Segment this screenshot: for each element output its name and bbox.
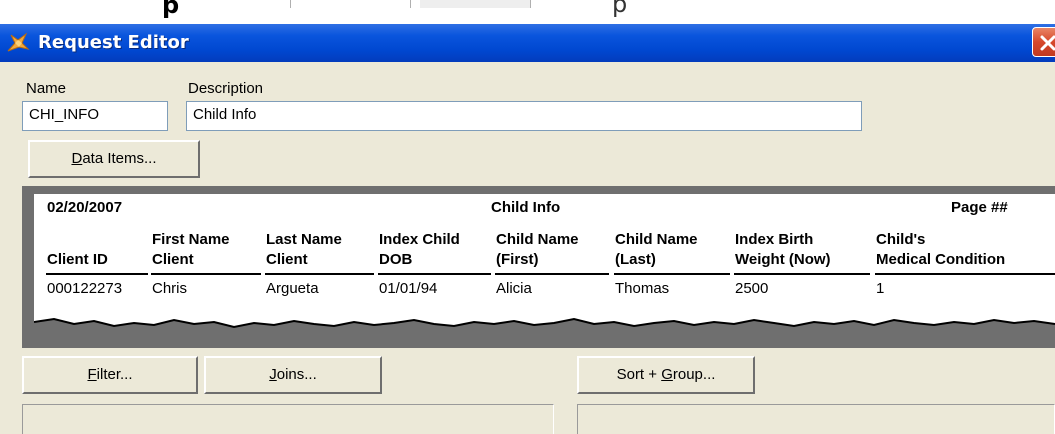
column-underline bbox=[46, 273, 148, 275]
sort-group-label-prefix: Sort + bbox=[616, 366, 662, 383]
column-header-line2: Medical Condition bbox=[876, 251, 1006, 268]
column-header-line1: Index Birth bbox=[735, 231, 814, 248]
table-cell: 1 bbox=[876, 280, 885, 297]
table-cell: 000122273 bbox=[47, 280, 123, 297]
table-cell: Alicia bbox=[496, 280, 532, 297]
filter-label: ilter... bbox=[96, 366, 133, 383]
background-bold-text: p bbox=[162, 0, 180, 19]
column-header-line1: Index Child bbox=[379, 231, 460, 248]
close-button[interactable] bbox=[1032, 27, 1055, 57]
joins-mnemonic: J bbox=[269, 366, 277, 383]
column-header-line1: Child Name bbox=[615, 231, 698, 248]
data-items-label: ata Items... bbox=[82, 150, 157, 167]
close-icon bbox=[1040, 35, 1055, 51]
column-header-line2: Client bbox=[266, 251, 308, 268]
filter-button[interactable]: Filter... bbox=[22, 356, 198, 394]
report-page-number: Page ## bbox=[951, 199, 1008, 216]
background-window-strip: p p bbox=[0, 0, 1055, 24]
data-items-mnemonic: D bbox=[71, 150, 83, 167]
report-date: 02/20/2007 bbox=[47, 199, 123, 216]
column-underline bbox=[265, 273, 374, 275]
table-cell: Chris bbox=[152, 280, 188, 297]
background-divider bbox=[290, 0, 291, 8]
sort-group-button[interactable]: Sort + Group... bbox=[577, 356, 755, 394]
column-underline bbox=[875, 273, 1055, 275]
background-divider bbox=[530, 0, 531, 8]
background-shaded-cell bbox=[420, 0, 530, 8]
sort-group-label: roup... bbox=[672, 366, 716, 383]
column-header-line1: Last Name bbox=[266, 231, 342, 248]
background-light-text: p bbox=[612, 0, 628, 18]
data-items-button[interactable]: Data Items... bbox=[28, 140, 200, 178]
column-underline bbox=[495, 273, 609, 275]
table-cell: 2500 bbox=[735, 280, 769, 297]
window-title: Request Editor bbox=[38, 32, 189, 53]
column-header[interactable]: Child's Medical Condition bbox=[876, 230, 1005, 274]
column-header[interactable]: Child Name (Last) bbox=[615, 230, 698, 274]
column-header-line2: Client ID bbox=[47, 251, 108, 268]
name-label: Name bbox=[26, 80, 67, 97]
title-bar[interactable]: Request Editor bbox=[0, 24, 1055, 62]
column-header-line1 bbox=[47, 230, 108, 250]
column-header-line1: Child Name bbox=[496, 231, 579, 248]
column-header-line2: (Last) bbox=[615, 251, 656, 268]
column-header-line2: DOB bbox=[379, 251, 413, 268]
column-header-line2: (First) bbox=[496, 251, 539, 268]
column-header-line2: Client bbox=[152, 251, 194, 268]
column-header[interactable]: Child Name (First) bbox=[496, 230, 579, 274]
column-header-line1: Child's bbox=[876, 231, 926, 248]
name-field[interactable]: CHI_INFO bbox=[22, 101, 168, 131]
column-underline bbox=[378, 273, 491, 275]
column-header-line1: First Name bbox=[152, 231, 230, 248]
sort-group-mnemonic: G bbox=[661, 366, 673, 383]
column-header[interactable]: Index Child DOB bbox=[379, 230, 460, 274]
filter-mnemonic: F bbox=[87, 366, 97, 383]
description-field[interactable]: Child Info bbox=[186, 101, 862, 131]
torn-edge bbox=[34, 317, 1055, 344]
column-header[interactable]: Index Birth Weight (Now) bbox=[735, 230, 831, 274]
column-underline bbox=[734, 273, 870, 275]
table-cell: 01/01/94 bbox=[379, 280, 438, 297]
column-underline bbox=[614, 273, 730, 275]
description-label: Description bbox=[188, 80, 264, 97]
joins-label: oins... bbox=[276, 366, 317, 383]
table-cell: Thomas bbox=[615, 280, 670, 297]
app-fox-icon bbox=[7, 32, 30, 52]
table-cell: Argueta bbox=[266, 280, 319, 297]
background-divider bbox=[410, 0, 411, 8]
column-header[interactable]: First Name Client bbox=[152, 230, 230, 274]
joins-button[interactable]: Joins... bbox=[204, 356, 382, 394]
report-title: Child Info bbox=[491, 199, 561, 216]
column-underline bbox=[151, 273, 261, 275]
column-header[interactable]: Client ID bbox=[47, 230, 108, 274]
column-header[interactable]: Last Name Client bbox=[266, 230, 342, 274]
column-header-line2: Weight (Now) bbox=[735, 251, 831, 268]
